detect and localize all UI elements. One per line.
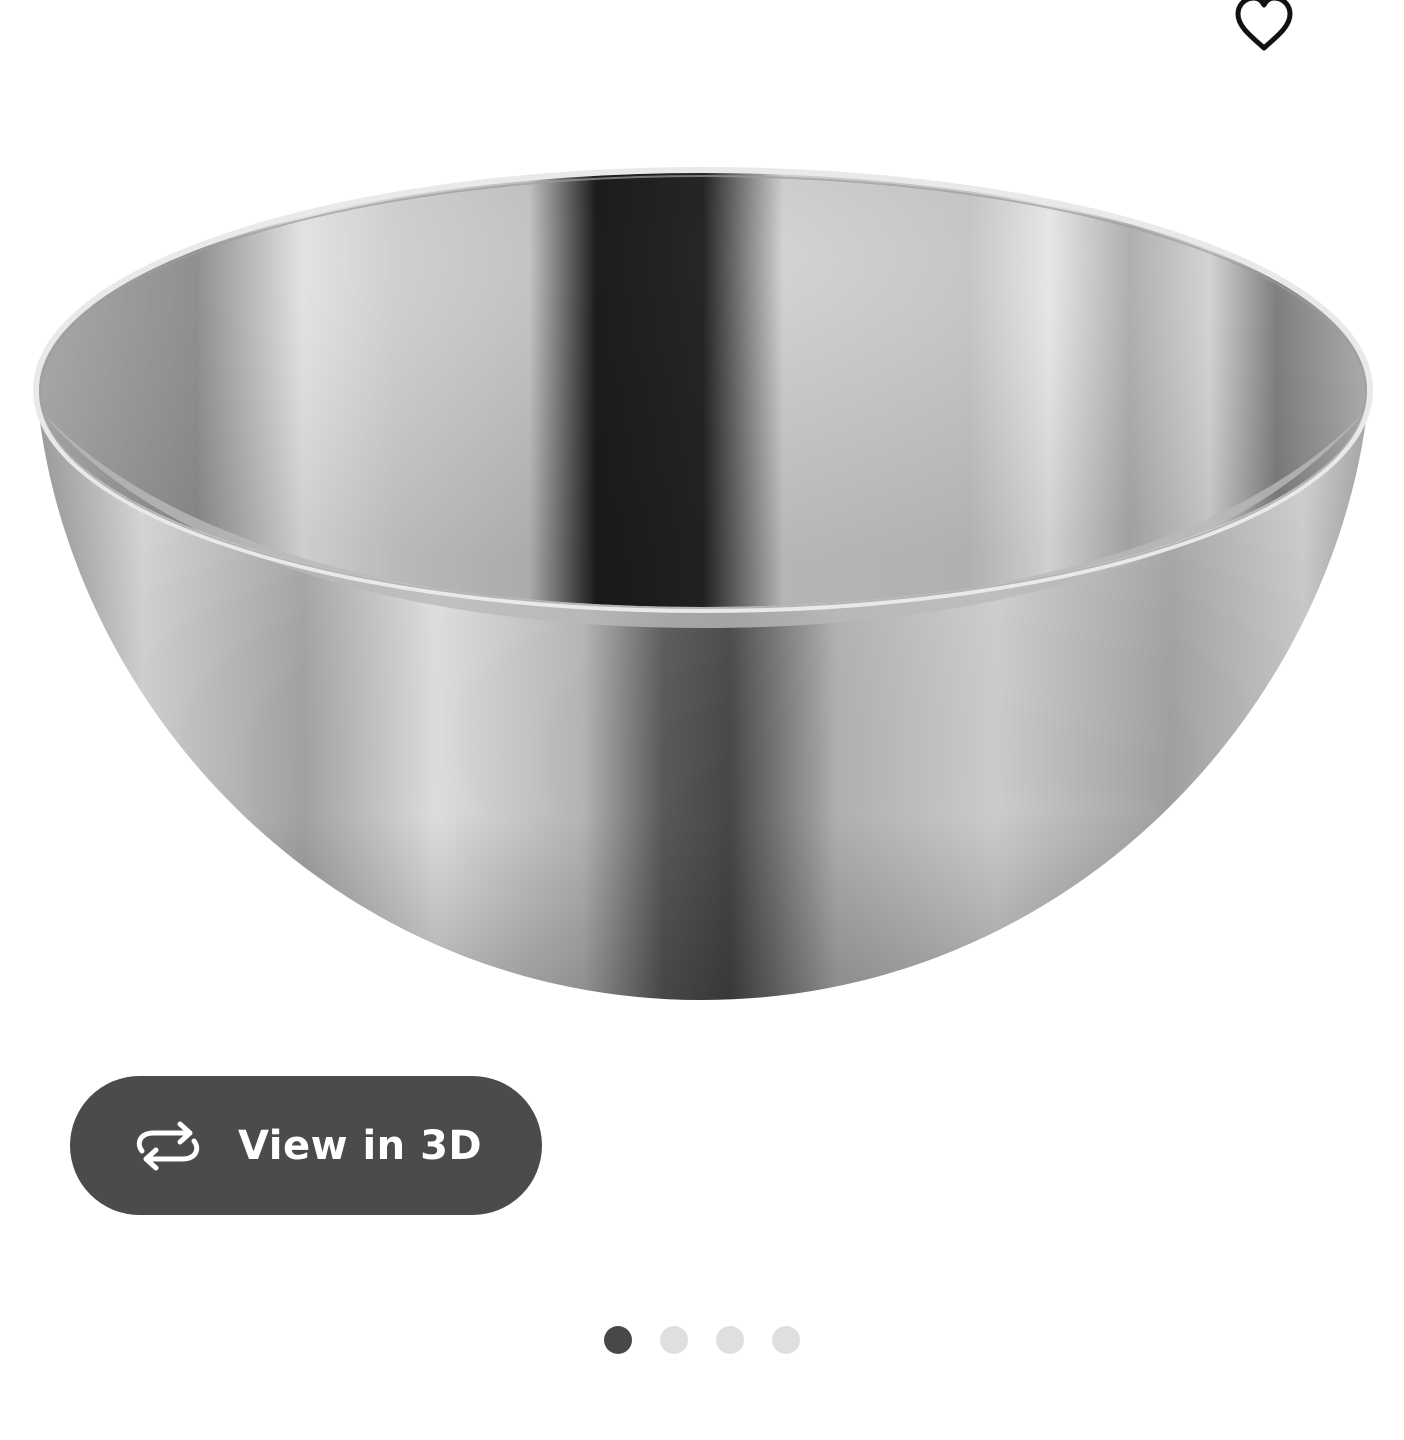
carousel-dot-2[interactable] xyxy=(660,1326,688,1354)
product-image-bowl[interactable] xyxy=(0,150,1404,1030)
carousel-pagination xyxy=(0,1326,1404,1356)
heart-icon xyxy=(1235,0,1293,51)
carousel-dot-4[interactable] xyxy=(772,1326,800,1354)
carousel-dot-3[interactable] xyxy=(716,1326,744,1354)
favorite-button[interactable] xyxy=(1228,0,1300,56)
rotate-3d-icon xyxy=(132,1121,204,1171)
view-in-3d-button[interactable]: View in 3D xyxy=(70,1076,542,1215)
view-in-3d-label: View in 3D xyxy=(238,1122,483,1169)
product-gallery: View in 3D xyxy=(0,0,1404,1440)
carousel-dot-1[interactable] xyxy=(604,1326,632,1354)
